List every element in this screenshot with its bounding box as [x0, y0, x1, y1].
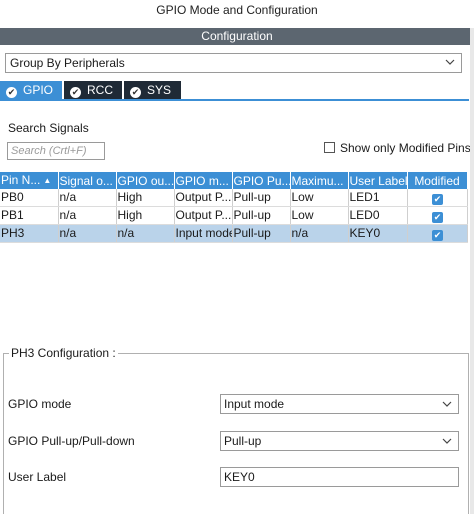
cell-output-level: High	[116, 189, 175, 207]
column-header-pin[interactable]: Pin N... ▲	[0, 172, 59, 189]
cell-mode: Output P...	[174, 206, 233, 225]
chevron-down-icon	[445, 59, 455, 65]
tab-rcc[interactable]: ✔ RCC	[64, 81, 122, 99]
tab-underline	[0, 99, 469, 101]
tab-label: GPIO	[23, 83, 54, 97]
show-modified-checkbox[interactable]: Show only Modified Pins	[324, 141, 471, 155]
cell-modified[interactable]: ✔	[407, 189, 468, 207]
cell-max-speed: Low	[290, 189, 349, 207]
window-title: GPIO Mode and Configuration	[0, 0, 474, 21]
cell-pull: Pull-up	[232, 224, 291, 243]
sort-up-icon: ▲	[43, 176, 52, 185]
cell-max-speed: n/a	[290, 224, 349, 243]
cell-pin: PB1	[0, 206, 59, 225]
show-modified-label: Show only Modified Pins	[340, 141, 471, 155]
gpio-mode-value: Input mode	[224, 397, 285, 411]
column-header-mode[interactable]: GPIO m...	[174, 172, 233, 189]
cell-user-label: KEY0	[348, 224, 408, 243]
tab-sys[interactable]: ✔ SYS	[124, 81, 181, 99]
cell-pull: Pull-up	[232, 189, 291, 207]
check-circle-icon: ✔	[130, 87, 141, 98]
column-header-max-speed[interactable]: Maximu...	[290, 172, 349, 189]
cell-signal: n/a	[58, 189, 117, 207]
tab-gpio[interactable]: ✔ GPIO	[0, 81, 62, 99]
cell-pin: PH3	[0, 224, 59, 243]
chevron-down-icon	[442, 401, 452, 407]
table-row-selected[interactable]: PH3 n/a n/a Input mode Pull-up n/a KEY0 …	[0, 224, 468, 243]
column-header-modified[interactable]: Modified	[407, 172, 468, 189]
gpio-pull-value: Pull-up	[224, 434, 262, 448]
check-circle-icon: ✔	[70, 87, 81, 98]
cell-mode: Output P...	[174, 189, 233, 207]
checkbox-icon	[324, 142, 335, 153]
column-header-pull[interactable]: GPIO Pu...	[232, 172, 291, 189]
gpio-mode-dropdown[interactable]: Input mode	[220, 394, 459, 414]
column-header-signal[interactable]: Signal o...	[58, 172, 117, 189]
cell-signal: n/a	[58, 224, 117, 243]
vertical-scrollbar[interactable]	[470, 28, 474, 514]
checked-checkbox-icon: ✔	[432, 230, 443, 241]
cell-user-label: LED0	[348, 206, 408, 225]
cell-modified[interactable]: ✔	[407, 206, 468, 225]
tab-label: RCC	[87, 83, 113, 97]
peripheral-tabs: ✔ GPIO ✔ RCC ✔ SYS	[0, 81, 474, 101]
configuration-header: Configuration	[0, 28, 474, 45]
gpio-pull-dropdown[interactable]: Pull-up	[220, 431, 459, 451]
cell-pin: PB0	[0, 189, 59, 207]
cell-output-level: High	[116, 206, 175, 225]
checked-checkbox-icon: ✔	[432, 212, 443, 223]
chevron-down-icon	[442, 438, 452, 444]
pin-table: Pin N... ▲ Signal o... GPIO ou... GPIO m.…	[0, 172, 468, 243]
table-header-row: Pin N... ▲ Signal o... GPIO ou... GPIO m.…	[0, 172, 468, 189]
search-input[interactable]: Search (Crtl+F)	[7, 142, 105, 160]
user-label-label: User Label	[8, 470, 67, 484]
column-header-user-label[interactable]: User Label	[348, 172, 408, 189]
gpio-mode-label: GPIO mode	[8, 397, 72, 411]
user-label-input[interactable]: KEY0	[220, 467, 459, 487]
pin-configuration-title: PH3 Configuration :	[9, 346, 118, 360]
search-label: Search Signals	[8, 121, 89, 135]
cell-output-level: n/a	[116, 224, 175, 243]
column-header-output-level[interactable]: GPIO ou...	[116, 172, 175, 189]
group-by-dropdown[interactable]: Group By Peripherals	[5, 53, 462, 73]
group-by-value: Group By Peripherals	[10, 56, 125, 70]
gpio-pull-label: GPIO Pull-up/Pull-down	[8, 434, 135, 448]
checked-checkbox-icon: ✔	[432, 194, 443, 205]
cell-modified[interactable]: ✔	[407, 224, 468, 243]
cell-pull: Pull-up	[232, 206, 291, 225]
cell-signal: n/a	[58, 206, 117, 225]
table-row[interactable]: PB0 n/a High Output P... Pull-up Low LED…	[0, 189, 468, 207]
cell-max-speed: Low	[290, 206, 349, 225]
table-row[interactable]: PB1 n/a High Output P... Pull-up Low LED…	[0, 206, 468, 225]
tab-label: SYS	[147, 83, 172, 97]
cell-mode: Input mode	[174, 224, 233, 243]
cell-user-label: LED1	[348, 189, 408, 207]
check-circle-icon: ✔	[6, 87, 17, 98]
